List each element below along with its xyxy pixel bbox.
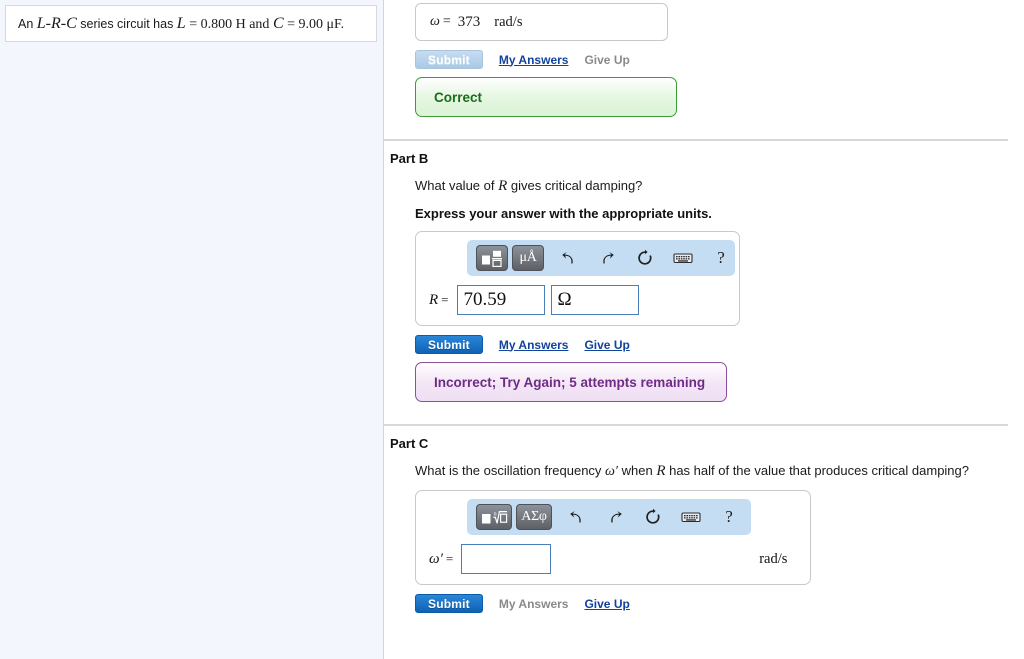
part-c-my-answers-link: My Answers [498, 596, 569, 611]
part-a-unit: rad/s [494, 13, 523, 30]
part-b-action-row: Submit My Answers Give Up [415, 335, 1024, 354]
part-b-question-prefix: What value of [415, 178, 499, 193]
part-b-feedback-text: Incorrect; Try Again; 5 attempts remaini… [434, 374, 706, 390]
part-b-section: Part B What value of R gives critical da… [384, 141, 1024, 402]
nth-root-template-icon[interactable]: n [476, 504, 512, 530]
part-a-my-answers-link[interactable]: My Answers [499, 53, 569, 67]
problem-statement-text: An L-R-C series circuit has L = 0.800 H … [18, 14, 344, 34]
part-a-action-row: Submit My Answers Give Up [415, 50, 677, 69]
part-b-incorrect-banner: Incorrect; Try Again; 5 attempts remaini… [415, 362, 727, 402]
part-c-question-mid: when [618, 463, 657, 478]
inductance-symbol: L [176, 14, 186, 32]
part-a-section: ω = 373 rad/s Submit My Answers Give Up … [415, 3, 677, 117]
problem-text-mid: series circuit has [76, 16, 177, 31]
answer-panel: ω = 373 rad/s Submit My Answers Give Up … [384, 0, 1024, 659]
fraction-template-icon[interactable] [476, 245, 508, 271]
part-c-question-suffix: has half of the value that produces crit… [665, 463, 969, 478]
part-a-correct-banner: Correct [415, 77, 677, 117]
greek-letters-button[interactable]: ΑΣφ [516, 504, 552, 530]
part-a-equals: = [442, 14, 451, 29]
part-a-variable: ω [430, 14, 440, 29]
part-c-variable-label: ω′ [429, 550, 443, 567]
part-b-title: Part B [390, 151, 429, 166]
part-b-my-answers-link[interactable]: My Answers [499, 338, 569, 352]
part-c-unit-label: rad/s [759, 550, 788, 567]
part-a-submit-button: Submit [415, 50, 483, 69]
part-b-question: What value of R gives critical damping? [415, 178, 1024, 195]
part-c-answer-widget: n ΑΣφ ? ω′ = rad/s [415, 490, 811, 585]
units-button[interactable]: μÅ [512, 245, 544, 271]
part-a-answer-display: ω = 373 rad/s [415, 3, 668, 41]
part-c-input-row: ω′ = rad/s [425, 544, 801, 574]
capacitance-value: = 9.00 [283, 16, 327, 32]
redo-arrow-icon[interactable] [594, 245, 620, 271]
part-b-instruction: Express your answer with the appropriate… [415, 206, 712, 221]
part-a-give-up-link: Give Up [584, 52, 630, 67]
greek-letters-label: ΑΣφ [521, 509, 547, 524]
part-b-equals-sign: = [441, 292, 449, 307]
undo-arrow-icon[interactable] [564, 504, 590, 530]
undo-arrow-icon[interactable] [556, 245, 582, 271]
svg-text:n: n [493, 511, 496, 517]
part-b-toolbar: μÅ ? [467, 240, 735, 276]
inductance-value: = 0.800 H and [185, 16, 273, 32]
circuit-label: L-R-C [36, 14, 77, 32]
part-c-section: Part C What is the oscillation frequency… [384, 426, 1024, 613]
part-a-value: 373 [457, 13, 481, 30]
problem-text-prefix: An [18, 16, 37, 31]
part-b-submit-button[interactable]: Submit [415, 335, 483, 354]
part-b-answer-widget: μÅ ? R = 70.59 Ω [415, 231, 740, 326]
part-c-question-prefix: What is the oscillation frequency [415, 463, 606, 478]
capacitance-symbol: C [272, 14, 284, 32]
part-c-action-row: Submit My Answers Give Up [415, 594, 1024, 613]
part-b-question-symbol: R [498, 178, 508, 194]
help-question-icon[interactable]: ? [708, 245, 734, 271]
part-c-question-symbol: ω′ [605, 464, 618, 479]
part-c-give-up-link[interactable]: Give Up [584, 597, 629, 611]
part-b-variable-label: R [429, 291, 439, 308]
keyboard-icon[interactable] [670, 245, 696, 271]
part-b-value-input[interactable]: 70.59 [456, 285, 545, 315]
help-question-icon[interactable]: ? [716, 504, 742, 530]
part-c-title: Part C [390, 436, 429, 451]
problem-statement-panel: An L-R-C series circuit has L = 0.800 H … [0, 0, 384, 659]
reset-circular-arrow-icon[interactable] [632, 245, 658, 271]
part-b-input-row: R = 70.59 Ω [425, 285, 730, 315]
units-button-label: μÅ [519, 250, 537, 265]
part-a-feedback-text: Correct [434, 89, 483, 105]
part-c-submit-button[interactable]: Submit [415, 594, 483, 613]
page-root: An L-R-C series circuit has L = 0.800 H … [0, 0, 1024, 659]
part-b-give-up-link[interactable]: Give Up [584, 338, 629, 352]
capacitance-unit: μF. [326, 16, 345, 32]
problem-statement-box: An L-R-C series circuit has L = 0.800 H … [5, 5, 377, 42]
part-b-question-suffix: gives critical damping? [507, 178, 643, 193]
part-c-toolbar: n ΑΣφ ? [467, 499, 751, 535]
part-c-value-input[interactable] [461, 544, 552, 574]
part-c-equals-sign: = [445, 551, 454, 566]
help-label: ? [717, 248, 725, 267]
part-b-unit-input[interactable]: Ω [550, 285, 639, 315]
reset-circular-arrow-icon[interactable] [640, 504, 666, 530]
help-label: ? [725, 507, 733, 526]
redo-arrow-icon[interactable] [602, 504, 628, 530]
part-c-question: What is the oscillation frequency ω′ whe… [415, 463, 1024, 480]
keyboard-icon[interactable] [678, 504, 704, 530]
